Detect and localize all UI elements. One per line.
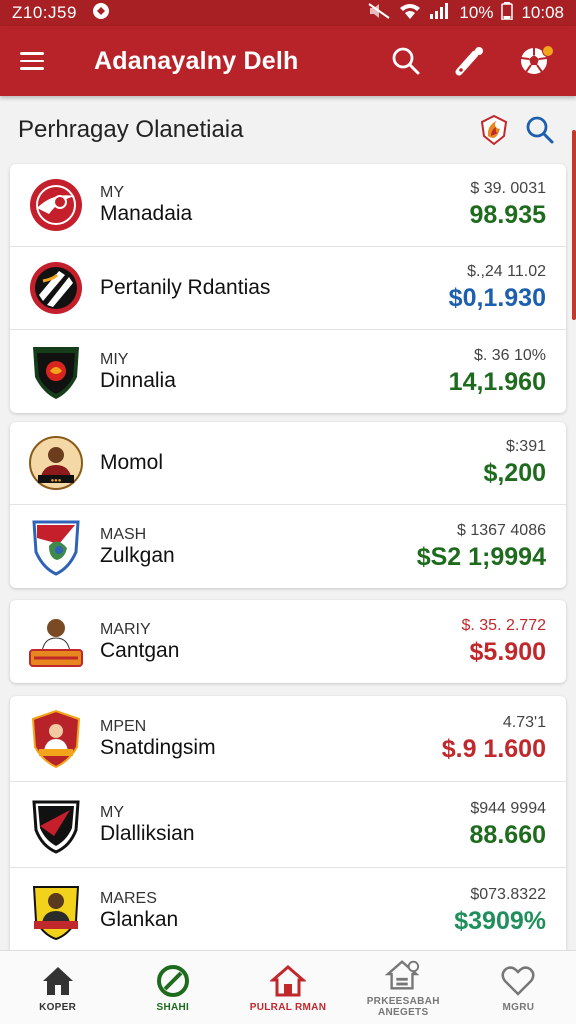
notification-app-icon xyxy=(91,2,113,25)
flame-badge-button[interactable] xyxy=(476,112,512,148)
nav-label: KOPER xyxy=(39,1001,77,1013)
team-name: Snatdingsim xyxy=(100,735,216,759)
team-abbr: MASH xyxy=(100,525,147,543)
primary-value: $S2 1;9994 xyxy=(416,542,546,571)
profile-ball-button[interactable] xyxy=(512,39,556,83)
status-time-right: 10:08 xyxy=(521,3,564,22)
nav-item-favorites[interactable]: MGRU xyxy=(461,951,576,1024)
team-card-group: ●●● Momol $:391 $,200 MASH Zulkgan $ 136… xyxy=(10,422,566,588)
black-shield-logo-icon xyxy=(28,797,84,854)
team-abbr: MPEN xyxy=(100,717,147,735)
nav-label: PULRAL RMAN xyxy=(249,1001,327,1013)
red-circle-logo-icon xyxy=(28,177,84,233)
team-abbr: MY xyxy=(100,803,124,821)
list-item[interactable]: MPEN Snatdingsim 4.73'1 $.9 1.600 xyxy=(10,696,566,782)
shield-logo-icon xyxy=(28,344,84,400)
team-abbr: MY xyxy=(100,184,124,201)
secondary-value: $ 39. 0031 xyxy=(470,180,546,197)
nav-label: PRKEESABAH ANEGETS xyxy=(366,996,440,1018)
team-name: Cantgan xyxy=(100,638,180,662)
section-title: Perhragay Olanetiaia xyxy=(18,116,244,143)
team-name: Dinnalia xyxy=(100,368,176,392)
team-name: Glankan xyxy=(100,908,179,931)
nav-item-active[interactable]: PULRAL RMAN xyxy=(230,951,345,1024)
flame-badge-icon xyxy=(480,114,508,146)
primary-value: 14,1.960 xyxy=(448,367,546,396)
secondary-value: 4.73'1 xyxy=(502,713,546,731)
blue-shield-logo-icon xyxy=(28,519,84,576)
wifi-icon xyxy=(399,2,421,25)
yellow-player-logo-icon xyxy=(28,883,84,941)
primary-value: $3909% xyxy=(454,907,546,935)
search-button[interactable] xyxy=(384,39,428,83)
signal-icon xyxy=(429,2,451,25)
notification-badge xyxy=(542,45,554,57)
primary-value: 88.660 xyxy=(469,820,546,849)
list-item[interactable]: MARES Glankan $073.8322 $3909% xyxy=(10,868,566,950)
team-name: Pertanily Rdantias xyxy=(100,276,271,299)
app-title: Adanayalny Delh xyxy=(94,46,299,75)
list-item[interactable]: MARIY Cantgan $. 35. 2.772 $5.900 xyxy=(10,600,566,683)
team-name: Momol xyxy=(100,451,164,474)
primary-value: $.9 1.600 xyxy=(441,734,546,763)
settings-house-icon xyxy=(385,957,421,993)
svg-text:●●●: ●●● xyxy=(51,478,62,484)
secondary-value: $.,24 11.02 xyxy=(467,263,546,280)
section-header: Perhragay Olanetiaia xyxy=(0,96,576,164)
bottom-navigation: KOPER SHAHI PULRAL RMAN PRKEESABAH ANEGE… xyxy=(0,950,576,1024)
search-icon xyxy=(526,116,554,144)
player-badge-logo-icon xyxy=(28,614,84,670)
house-active-icon xyxy=(270,963,306,999)
list-item[interactable]: MY Manadaia $ 39. 0031 98.935 xyxy=(10,164,566,247)
secondary-value: $ 1367 4086 xyxy=(457,521,546,539)
app-bar: Adanayalny Delh xyxy=(0,26,576,96)
list-item[interactable]: MASH Zulkgan $ 1367 4086 $S2 1;9994 xyxy=(10,505,566,588)
section-search-button[interactable] xyxy=(522,112,558,148)
team-name: Zulkgan xyxy=(100,543,175,567)
team-name: Dlalliksian xyxy=(100,821,195,845)
status-time-left: Z10:J59 xyxy=(12,3,77,22)
list-item[interactable]: ●●● Momol $:391 $,200 xyxy=(10,422,566,505)
team-abbr: MARES xyxy=(100,890,157,907)
battery-icon xyxy=(501,1,514,25)
team-abbr: MARIY xyxy=(100,620,151,638)
secondary-value: $:391 xyxy=(505,438,546,455)
team-name: Manadaia xyxy=(100,202,193,225)
team-abbr: MIY xyxy=(100,350,129,368)
brush-button[interactable] xyxy=(448,39,492,83)
list-item[interactable]: Pertanily Rdantias $.,24 11.02 $0,1.930 xyxy=(10,247,566,330)
no-circle-icon xyxy=(155,963,191,999)
list-item[interactable]: MIY Dinnalia $. 36 10% 14,1.960 xyxy=(10,330,566,413)
team-card-group: MARIY Cantgan $. 35. 2.772 $5.900 xyxy=(10,600,566,683)
mute-icon xyxy=(367,2,391,25)
nav-item-settings[interactable]: PRKEESABAH ANEGETS xyxy=(346,951,461,1024)
secondary-value: $944 9994 xyxy=(470,799,546,817)
secondary-value: $073.8322 xyxy=(470,886,546,903)
primary-value: $,200 xyxy=(483,459,546,487)
nav-item-shahi[interactable]: SHAHI xyxy=(115,951,230,1024)
primary-value: $0,1.930 xyxy=(448,284,546,312)
player-circle-logo-icon: ●●● xyxy=(28,435,84,491)
nav-label: SHAHI xyxy=(156,1001,190,1013)
menu-icon[interactable] xyxy=(20,45,52,77)
team-card-group: MY Manadaia $ 39. 0031 98.935 Pertanily … xyxy=(10,164,566,413)
nav-label: MGRU xyxy=(502,1001,535,1013)
search-icon xyxy=(392,47,420,75)
primary-value: 98.935 xyxy=(469,201,546,229)
nav-item-home[interactable]: KOPER xyxy=(0,951,115,1024)
primary-value: $5.900 xyxy=(469,637,546,666)
secondary-value: $. 36 10% xyxy=(473,346,546,364)
striped-circle-logo-icon xyxy=(28,260,84,316)
brush-icon xyxy=(455,47,483,76)
team-card-group: MPEN Snatdingsim 4.73'1 $.9 1.600 MY Dla… xyxy=(10,696,566,950)
battery-percent: 10% xyxy=(459,3,494,22)
list-item[interactable]: MY Dlalliksian $944 9994 88.660 xyxy=(10,782,566,868)
status-bar: Z10:J59 10% 10:08 xyxy=(0,0,576,26)
heart-icon xyxy=(500,963,536,999)
home-icon xyxy=(40,963,76,999)
scroll-indicator[interactable] xyxy=(572,130,576,320)
red-crest-logo-icon xyxy=(28,709,84,768)
secondary-value: $. 35. 2.772 xyxy=(461,616,546,634)
